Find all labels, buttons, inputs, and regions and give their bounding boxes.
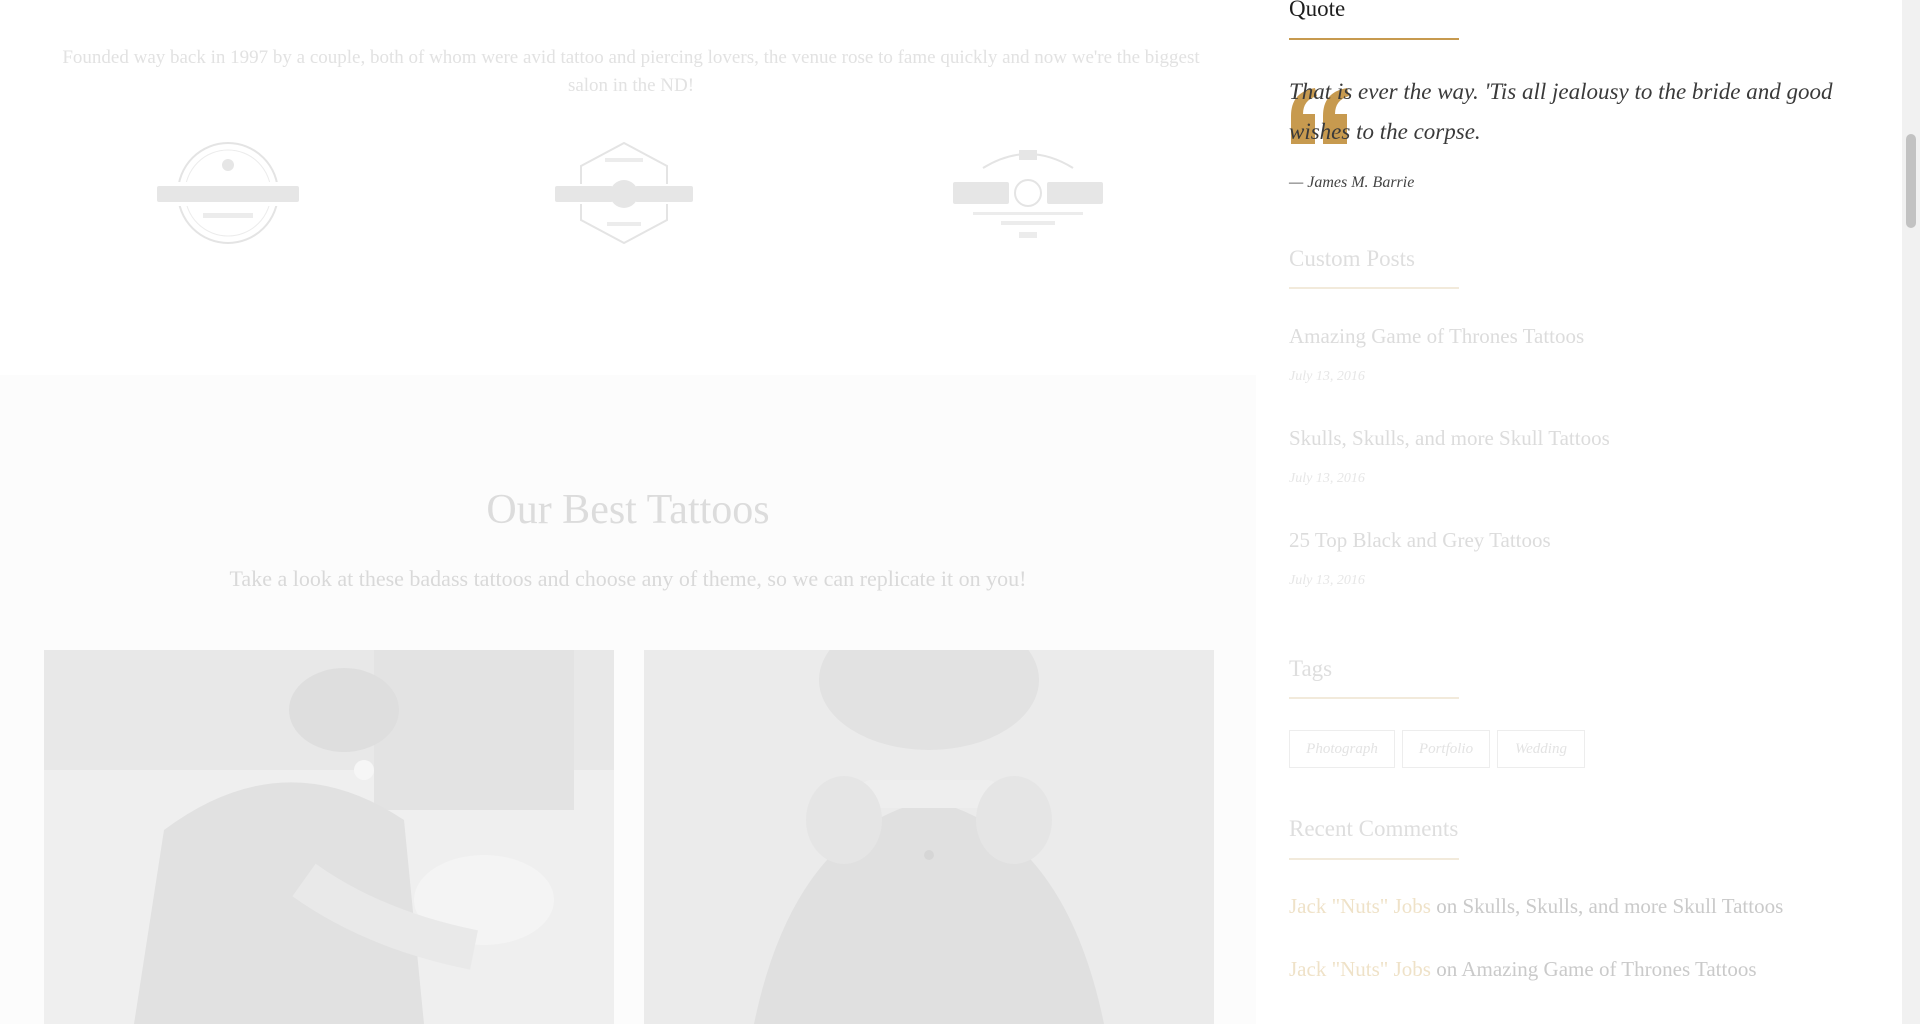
john-brad-logo-icon bbox=[953, 150, 1103, 238]
havana-cabana-logo-icon bbox=[149, 142, 307, 244]
main-content: Founded way back in 1997 by a couple, bo… bbox=[0, 0, 1256, 1024]
page-scrollbar[interactable] bbox=[1902, 0, 1920, 1024]
bearded-man-image-icon bbox=[644, 650, 1214, 1024]
tags-divider bbox=[1289, 697, 1459, 699]
custom-post-link[interactable]: Amazing Game of Thrones Tattoos bbox=[1289, 324, 1584, 349]
custom-posts-title: Custom Posts bbox=[1289, 246, 1415, 271]
tag-photograph[interactable]: Photograph bbox=[1289, 730, 1395, 768]
no7-trom-logo-icon bbox=[553, 141, 695, 245]
tattoo-photo-bearded-man[interactable] bbox=[644, 650, 1214, 1024]
quote-text: That is ever the way. 'Tis all jealousy … bbox=[1289, 79, 1833, 144]
recent-comments-title: Recent Comments bbox=[1289, 816, 1459, 841]
custom-post-date: July 13, 2016 bbox=[1289, 471, 1365, 486]
intro-text: Founded way back in 1997 by a couple, bo… bbox=[62, 47, 1200, 96]
comment-on-label: on bbox=[1436, 894, 1458, 918]
recent-comments-divider bbox=[1289, 858, 1459, 860]
partner-logos bbox=[0, 138, 1256, 248]
quote-title-divider bbox=[1289, 38, 1459, 40]
comment-author-link[interactable]: Jack "Nuts" Jobs bbox=[1289, 957, 1431, 981]
no7-trom-logo bbox=[539, 138, 709, 248]
comment-on-label: on bbox=[1436, 957, 1458, 981]
tags-title: Tags bbox=[1289, 656, 1333, 681]
custom-post-date: July 13, 2016 bbox=[1289, 573, 1365, 588]
quote-widget-title: Quote bbox=[1289, 0, 1346, 21]
tag-portfolio[interactable]: Portfolio bbox=[1402, 730, 1490, 768]
custom-post-link[interactable]: 25 Top Black and Grey Tattoos bbox=[1289, 528, 1551, 553]
section-subtitle: Take a look at these badass tattoos and … bbox=[229, 566, 1027, 591]
john-brad-logo bbox=[943, 138, 1113, 248]
comment-author-link[interactable]: Jack "Nuts" Jobs bbox=[1289, 894, 1431, 918]
sidebar: Quote That is ever the way. 'Tis all jea… bbox=[1256, 0, 1902, 1024]
tag-wedding[interactable]: Wedding bbox=[1497, 730, 1585, 768]
recent-comment: Jack "Nuts" Jobs on Amazing Game of Thro… bbox=[1289, 957, 1757, 982]
section-title: Our Best Tattoos bbox=[486, 487, 770, 533]
custom-posts-divider bbox=[1289, 287, 1459, 289]
havana-cabana-logo bbox=[143, 138, 313, 248]
recent-comment: Jack "Nuts" Jobs on Skulls, Skulls, and … bbox=[1289, 894, 1783, 919]
custom-post-link[interactable]: Skulls, Skulls, and more Skull Tattoos bbox=[1289, 426, 1610, 451]
comment-post-link[interactable]: Skulls, Skulls, and more Skull Tattoos bbox=[1462, 894, 1783, 918]
tattoo-photo-artist[interactable] bbox=[44, 650, 614, 1024]
scrollbar-thumb[interactable] bbox=[1906, 134, 1916, 228]
comment-post-link[interactable]: Amazing Game of Thrones Tattoos bbox=[1461, 957, 1756, 981]
tattoo-artist-image-icon bbox=[44, 650, 614, 1024]
quote-author: — James M. Barrie bbox=[1289, 174, 1415, 191]
custom-post-date: July 13, 2016 bbox=[1289, 369, 1365, 384]
